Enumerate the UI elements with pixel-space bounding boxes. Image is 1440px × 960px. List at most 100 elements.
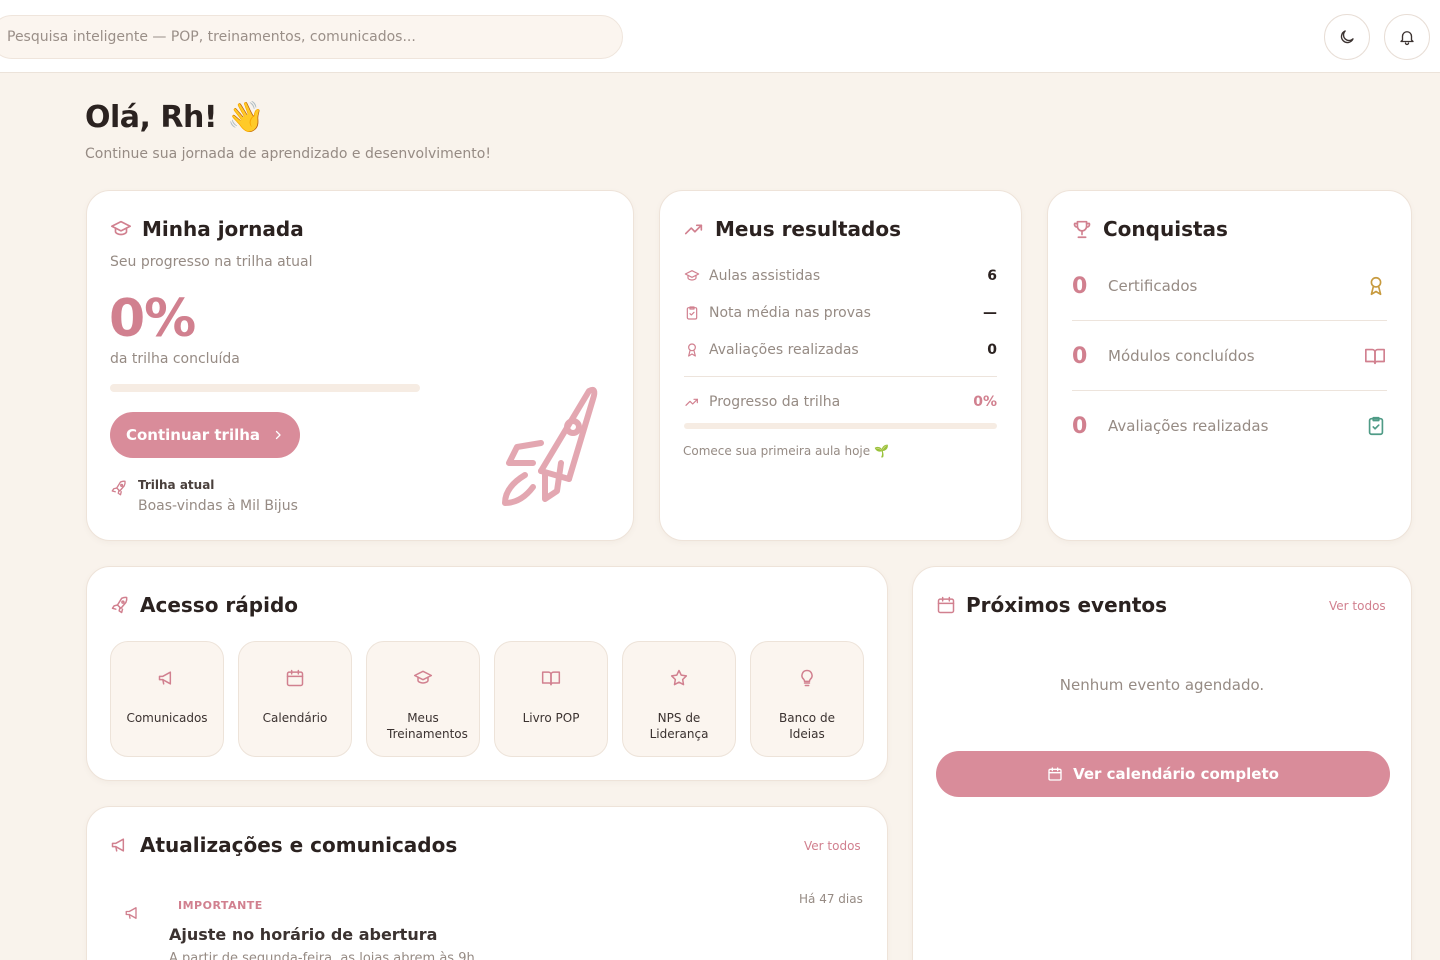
events-card: Próximos eventos Ver todos Nenhum evento… [912,566,1412,960]
achievement-value: 0 [1072,343,1088,369]
update-title[interactable]: Ajuste no horário de abertura [169,925,437,944]
greeting-text: Olá, Rh! [85,100,218,135]
rocket-small-icon [110,479,128,497]
track-label: Trilha atual [138,478,215,492]
quick-tile-comunicados[interactable]: Comunicados [110,641,224,757]
achievement-label: Módulos concluídos [1108,347,1255,365]
result-row-average-grade: Nota média nas provas — [684,301,997,325]
results-card-title: Meus resultados [683,217,901,241]
divider [1072,320,1387,321]
quick-access-title-text: Acesso rápido [140,593,298,617]
achievements-card: Conquistas 0 Certificados 0 Módulos conc… [1047,190,1412,541]
book-open-icon [1363,345,1387,367]
calendar-icon [936,595,956,615]
trending-up-icon [683,218,705,240]
progress-label: Progresso da trilha [709,394,841,410]
clipboard-check-icon [1365,415,1387,437]
trophy-icon [1071,218,1093,240]
update-time: Há 47 dias [799,892,863,906]
track-progress-bar [684,423,997,429]
achievement-label: Avaliações realizadas [1108,417,1269,435]
divider [684,376,997,377]
notifications-button[interactable] [1384,14,1430,60]
journey-card-title: Minha jornada [110,217,304,241]
megaphone-icon [111,668,223,688]
quick-tile-banco-ideias[interactable]: Banco de Ideias [750,641,864,757]
calendar-icon [1047,766,1063,782]
greeting-subtitle: Continue sua jornada de aprendizado e de… [85,146,491,162]
quick-tile-label: Banco de Ideias [779,711,835,741]
achievement-row-certificates: 0 Certificados [1072,266,1387,306]
search-input[interactable]: Pesquisa inteligente — POP, treinamentos… [0,15,623,59]
rocket-icon [493,383,601,511]
award-icon [1365,275,1387,297]
quick-access-title: Acesso rápido [110,593,298,617]
result-row-lessons: Aulas assistidas 6 [684,264,997,288]
graduation-cap-icon [367,668,479,688]
achievement-value: 0 [1072,413,1088,439]
result-label: Avaliações realizadas [709,342,859,358]
quick-tile-label: Comunicados [126,711,208,725]
full-calendar-button[interactable]: Ver calendário completo [936,751,1390,797]
megaphone-icon [110,835,130,855]
result-value: 0 [987,342,997,358]
quick-tile-nps-lideranca[interactable]: NPS de Liderança [622,641,736,757]
events-see-all-link[interactable]: Ver todos [1329,599,1386,613]
updates-see-all-link[interactable]: Ver todos [804,839,861,853]
book-open-icon [495,668,607,688]
result-row-track-progress: Progresso da trilha 0% [684,390,997,414]
search-placeholder: Pesquisa inteligente — POP, treinamentos… [7,29,416,45]
wave-emoji: 👋 [227,100,264,135]
result-value: — [983,305,997,321]
continue-track-button[interactable]: Continuar trilha [110,412,300,458]
events-empty-message: Nenhum evento agendado. [1059,676,1265,694]
results-title-text: Meus resultados [715,217,902,241]
award-icon [684,342,700,358]
clipboard-check-icon [684,305,700,321]
events-title-text: Próximos eventos [966,593,1168,617]
achievement-label: Certificados [1108,277,1198,295]
calendar-icon [239,668,351,688]
results-card: Meus resultados Aulas assistidas 6 Nota … [659,190,1022,541]
trending-up-icon [684,394,700,410]
update-tag: IMPORTANTE [178,899,263,912]
achievement-value: 0 [1072,273,1088,299]
bell-icon [1398,28,1416,46]
achievement-row-modules: 0 Módulos concluídos [1072,336,1387,376]
star-icon [623,668,735,688]
result-label: Nota média nas provas [709,305,871,321]
updates-card: Atualizações e comunicados Ver todos IMP… [86,806,888,960]
rocket-icon [110,595,130,615]
quick-tile-label: Calendário [262,711,328,725]
achievements-title-text: Conquistas [1103,217,1228,241]
lightbulb-icon [751,668,863,688]
result-value: 6 [987,268,997,284]
journey-subtitle: Seu progresso na trilha atual [110,254,313,270]
achievement-row-evaluations: 0 Avaliações realizadas [1072,406,1387,446]
quick-tile-label: Livro POP [522,711,580,725]
result-row-evaluations: Avaliações realizadas 0 [684,338,997,362]
quick-tile-livro-pop[interactable]: Livro POP [494,641,608,757]
achievements-card-title: Conquistas [1071,217,1228,241]
journey-title-text: Minha jornada [142,217,304,241]
progress-value: 0% [973,394,997,410]
journey-progress-bar [110,384,420,392]
full-calendar-label: Ver calendário completo [1073,765,1279,783]
theme-toggle-button[interactable] [1324,14,1370,60]
continue-track-label: Continuar trilha [125,426,261,444]
graduation-cap-icon [684,268,700,284]
journey-percent: 0% [109,289,196,349]
journey-percent-label: da trilha concluída [110,351,240,367]
quick-tile-calendario[interactable]: Calendário [238,641,352,757]
quick-access-card: Acesso rápido Comunicados Calendário Meu… [86,566,888,781]
graduation-cap-icon [110,218,132,240]
events-card-title: Próximos eventos [936,593,1167,617]
page-title: Olá, Rh! 👋 [85,100,264,135]
updates-title-text: Atualizações e comunicados [140,833,458,857]
quick-tile-label: NPS de Liderança [649,711,709,741]
chevron-right-icon [272,429,284,441]
update-body: A partir de segunda-feira, as lojas abre… [169,951,479,960]
quick-tile-meus-treinamentos[interactable]: Meus Treinamentos [366,641,480,757]
moon-icon [1338,28,1356,46]
megaphone-icon [124,904,142,922]
